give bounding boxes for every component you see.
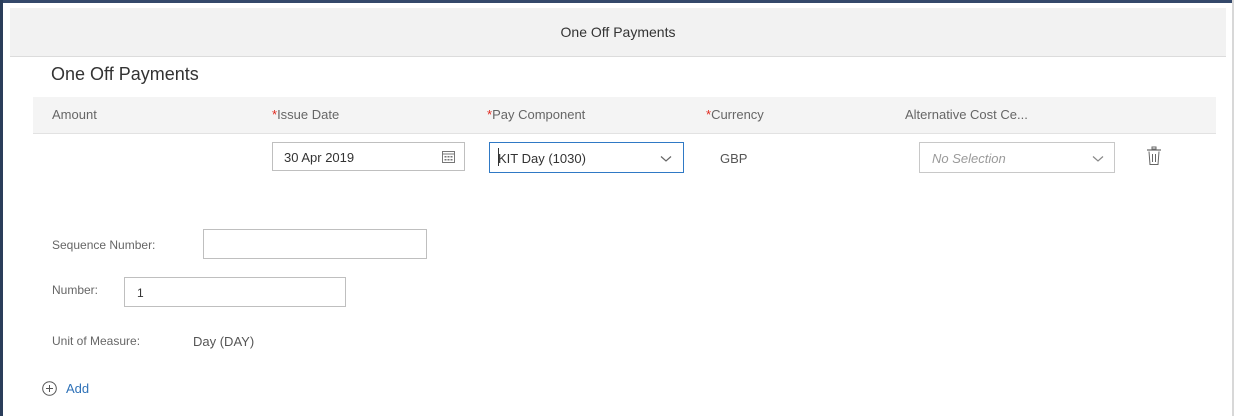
alternative-cost-center-select[interactable]: No Selection: [919, 142, 1115, 173]
trash-icon[interactable]: [1146, 146, 1162, 166]
chevron-down-icon[interactable]: [1092, 155, 1104, 163]
window-left-border: [0, 0, 3, 416]
column-header-issue-date: *Issue Date: [272, 107, 340, 122]
currency-value: GBP: [720, 151, 748, 166]
pay-component-select[interactable]: KIT Day (1030): [489, 142, 684, 173]
chevron-down-icon[interactable]: [660, 155, 672, 163]
alternative-cost-center-placeholder: No Selection: [932, 151, 1006, 166]
unit-of-measure-label: Unit of Measure:: [52, 334, 141, 348]
column-header-currency: *Currency: [706, 107, 764, 122]
column-header-alternative-cost-center: Alternative Cost Ce...: [905, 107, 1028, 122]
unit-of-measure-value: Day (DAY): [193, 334, 255, 349]
number-value: 1: [137, 286, 144, 300]
add-circle-icon: [42, 380, 57, 396]
window-top-border: [0, 0, 1234, 3]
add-label: Add: [66, 380, 90, 396]
table-header: Amount *Issue Date *Pay Component *Curre…: [33, 97, 1216, 134]
section-title: One Off Payments: [51, 64, 199, 84]
column-header-pay-component: *Pay Component: [487, 107, 586, 122]
issue-date-value: 30 Apr 2019: [284, 150, 355, 165]
issue-date-input[interactable]: 30 Apr 2019: [272, 142, 465, 171]
add-button[interactable]: Add: [42, 378, 89, 398]
calendar-icon[interactable]: [442, 150, 455, 163]
number-label: Number:: [52, 283, 99, 297]
number-input[interactable]: 1: [124, 277, 346, 307]
pay-component-value: KIT Day (1030): [498, 151, 586, 166]
dialog-frame: One Off Payments One Off Payments Amount…: [0, 0, 1234, 416]
dialog-title: One Off Payments: [560, 24, 676, 40]
dialog-titlebar: One Off Payments: [10, 8, 1226, 57]
column-header-amount: Amount: [52, 107, 97, 122]
sequence-number-input[interactable]: [203, 229, 427, 259]
sequence-number-label: Sequence Number:: [52, 238, 156, 252]
